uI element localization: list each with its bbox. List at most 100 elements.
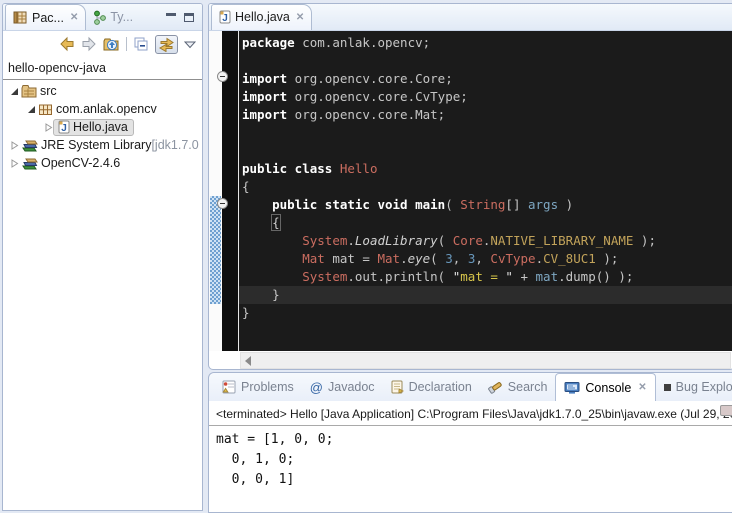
collapsed-arrow-icon[interactable]: [43, 123, 53, 132]
code-line: [239, 142, 732, 160]
bottom-tabrow: Problems @ Javadoc Declaration Search Co…: [209, 373, 732, 401]
search-icon: [488, 380, 503, 394]
maximize-icon[interactable]: [184, 13, 194, 22]
range-indicator: [210, 196, 221, 304]
problems-icon: [222, 380, 236, 394]
bug-explorer-icon: [664, 384, 671, 391]
package-explorer-icon: [13, 10, 28, 25]
tab-javadoc[interactable]: @ Javadoc: [302, 373, 383, 401]
code-line: Mat mat = Mat.eye( 3, 3, CvType.CV_8UC1 …: [239, 250, 732, 268]
collapsed-arrow-icon[interactable]: [9, 141, 19, 150]
code-line: import org.opencv.core.Core;: [239, 70, 732, 88]
java-file-icon: J: [58, 120, 70, 134]
tree-item-src[interactable]: src: [3, 82, 202, 100]
tab-label: Bug Explorer: [676, 380, 732, 394]
close-icon[interactable]: ✕: [296, 12, 304, 23]
project-separator: [3, 79, 202, 80]
tree-item-suffix: [jdk1.7.0: [151, 138, 198, 152]
expanded-arrow-icon[interactable]: [9, 87, 19, 96]
tab-hello-java[interactable]: J Hello.java ✕: [211, 4, 312, 30]
code-line: import org.opencv.core.Mat;: [239, 106, 732, 124]
tree-item-jre-library[interactable]: JRE System Library [jdk1.7.0: [3, 136, 202, 154]
svg-text:J: J: [222, 13, 228, 24]
package-explorer-view: Pac... ✕ Ty...: [2, 3, 203, 511]
console-icon: [564, 381, 580, 395]
code-line: [239, 52, 732, 70]
tab-label: Problems: [241, 380, 294, 394]
minimize-icon[interactable]: [166, 13, 176, 22]
collapsed-arrow-icon[interactable]: [9, 159, 19, 168]
go-up-icon[interactable]: [103, 36, 120, 52]
tree-item-label: com.anlak.opencv: [56, 102, 157, 116]
expanded-arrow-icon[interactable]: [26, 105, 36, 114]
tab-label: Pac...: [32, 11, 64, 25]
java-file-icon: J: [219, 10, 231, 24]
tab-package-explorer[interactable]: Pac... ✕: [5, 4, 86, 30]
tree-item-label: src: [40, 84, 57, 98]
code-line: System.out.println( "mat = " + mat.dump(…: [239, 268, 732, 286]
code-line: {: [239, 178, 732, 196]
type-hierarchy-icon: [93, 10, 106, 25]
code-line: import org.opencv.core.CvType;: [239, 88, 732, 106]
tab-label: Search: [508, 380, 548, 394]
package-explorer-toolbar: [3, 31, 202, 57]
project-root-label[interactable]: hello-opencv-java: [3, 57, 202, 77]
close-icon[interactable]: ✕: [70, 12, 78, 23]
tree-item-opencv-library[interactable]: OpenCV-2.4.6: [3, 154, 202, 172]
library-icon: [21, 157, 38, 170]
bottom-view-stack: Problems @ Javadoc Declaration Search Co…: [208, 372, 732, 513]
tab-label: Console: [585, 381, 631, 395]
code-line: {: [239, 214, 732, 232]
tab-type-hierarchy[interactable]: Ty...: [86, 4, 140, 30]
code-line: }: [239, 286, 732, 304]
folding-ruler: [222, 31, 239, 351]
package-icon: [38, 103, 53, 116]
code-editor[interactable]: package com.anlak.opencv; import org.open…: [239, 31, 732, 351]
code-line: public class Hello: [239, 160, 732, 178]
tab-declaration[interactable]: Declaration: [383, 373, 480, 401]
link-with-editor-button[interactable]: [155, 35, 178, 54]
source-folder-icon: [21, 84, 37, 98]
declaration-icon: [391, 380, 404, 394]
console-toolbar-button[interactable]: [720, 405, 732, 416]
console-output[interactable]: mat = [1, 0, 0; 0, 1, 0; 0, 0, 1]: [209, 426, 732, 490]
editor-tabrow: J Hello.java ✕: [209, 4, 732, 31]
fold-collapse-icon[interactable]: [217, 198, 228, 209]
console-view: <terminated> Hello [Java Application] C:…: [209, 401, 732, 513]
console-process-label: <terminated> Hello [Java Application] C:…: [209, 401, 732, 426]
library-icon: [21, 139, 38, 152]
code-line: }: [239, 304, 732, 322]
code-line: [239, 124, 732, 142]
scroll-left-arrow-icon[interactable]: [245, 356, 251, 366]
tab-label: Javadoc: [328, 380, 375, 394]
selected-item: J Hello.java: [53, 119, 134, 136]
tree-item-label: Hello.java: [73, 120, 128, 134]
back-arrow-icon[interactable]: [59, 36, 75, 52]
tree-item-label: JRE System Library: [41, 138, 151, 152]
tree-item-package[interactable]: com.anlak.opencv: [3, 100, 202, 118]
tab-search[interactable]: Search: [480, 373, 556, 401]
horizontal-scrollbar[interactable]: [240, 352, 731, 369]
editor-body: package com.anlak.opencv; import org.open…: [209, 31, 732, 351]
collapse-all-icon[interactable]: [133, 36, 149, 52]
fold-collapse-icon[interactable]: [217, 71, 228, 82]
javadoc-icon: @: [310, 380, 323, 395]
forward-arrow-icon[interactable]: [81, 36, 97, 52]
tab-label: Declaration: [409, 380, 472, 394]
left-tabrow: Pac... ✕ Ty...: [3, 4, 202, 31]
tab-bug-explorer[interactable]: Bug Explorer: [656, 373, 732, 401]
tree-item-hello-java[interactable]: J Hello.java: [3, 118, 202, 136]
close-icon[interactable]: ✕: [638, 382, 646, 393]
tab-label: Ty...: [110, 10, 133, 24]
tab-problems[interactable]: Problems: [214, 373, 302, 401]
editor-area: J Hello.java ✕ package com.anlak.opencv;…: [208, 3, 732, 370]
tab-label: Hello.java: [235, 10, 290, 24]
code-line: package com.anlak.opencv;: [239, 34, 732, 52]
svg-text:J: J: [61, 123, 67, 134]
code-line: public static void main( String[] args ): [239, 196, 732, 214]
code-line: System.LoadLibrary( Core.NATIVE_LIBRARY_…: [239, 232, 732, 250]
tree-item-label: OpenCV-2.4.6: [41, 156, 120, 170]
view-menu-icon[interactable]: [184, 40, 196, 49]
tab-console[interactable]: Console ✕: [555, 373, 655, 401]
toolbar-separator: [126, 37, 127, 51]
